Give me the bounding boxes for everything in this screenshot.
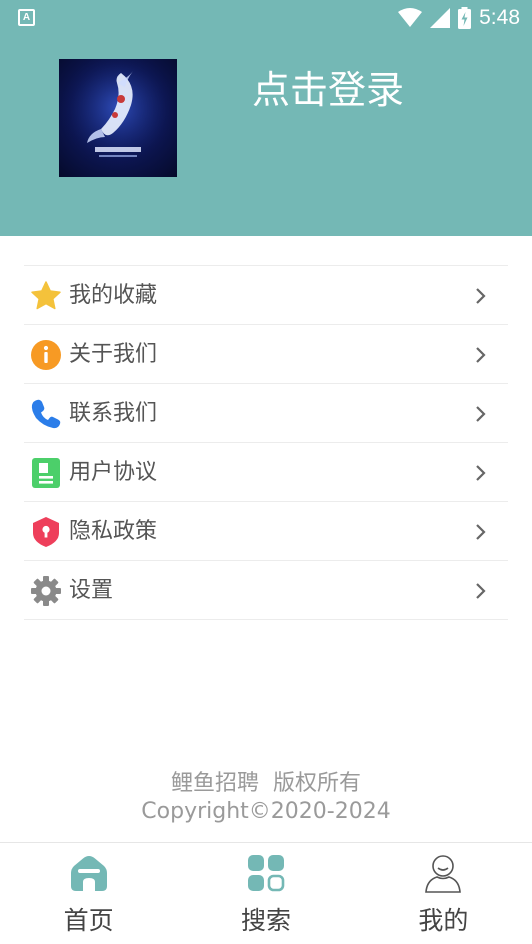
grid-icon [247,855,285,892]
menu-item-settings[interactable]: 设置 [24,561,508,620]
tab-search[interactable]: 搜索 [177,843,354,944]
avatar[interactable] [59,59,177,177]
battery-icon [458,7,472,29]
copyright-line-1: 鲤鱼招聘 版权所有 [171,771,361,796]
chevron-right-icon [476,583,486,599]
status-bar: A 5:48 [0,0,532,36]
tab-home[interactable]: 首页 [0,843,177,944]
info-icon [31,340,61,370]
phone-icon [31,399,61,429]
chevron-right-icon [476,406,486,422]
profile-header: A 5:48 点击登录 [0,0,532,236]
star-icon [31,281,61,310]
chevron-right-icon [476,465,486,481]
menu-item-about[interactable]: 关于我们 [24,325,508,384]
chevron-right-icon [476,347,486,363]
login-button[interactable]: 点击登录 [252,64,404,116]
menu-item-user-agreement[interactable]: 用户协议 [24,443,508,502]
koi-fish-logo-icon [59,59,177,177]
wifi-icon [398,8,423,27]
signal-icon [430,8,451,28]
bottom-tab-bar: 首页 搜索 我的 [0,842,532,944]
menu-item-privacy-policy[interactable]: 隐私政策 [24,502,508,561]
user-icon [425,855,462,893]
status-time: 5:48 [479,6,520,29]
gear-icon [31,576,61,606]
copyright-notice: 鲤鱼招聘 版权所有 Copyright©2020-2024 [0,770,532,826]
menu-item-label: 关于我们 [69,342,158,367]
menu-item-label: 隐私政策 [69,519,158,544]
menu-item-contact[interactable]: 联系我们 [24,384,508,443]
copyright-line-2: Copyright©2020-2024 [141,799,391,824]
chevron-right-icon [476,524,486,540]
tab-profile[interactable]: 我的 [355,843,532,944]
menu-item-label: 联系我们 [69,401,158,426]
menu-item-label: 设置 [69,578,114,603]
tab-label: 我的 [418,906,469,935]
settings-menu: 我的收藏 关于我们 联系我们 用户协议 隐私政策 设置 [24,265,508,620]
home-icon [70,856,107,891]
status-indicators: 5:48 [398,4,520,32]
tab-label: 首页 [63,906,114,935]
tab-label: 搜索 [240,906,291,935]
menu-item-label: 用户协议 [69,460,158,485]
chevron-right-icon [476,288,486,304]
document-icon [32,458,60,488]
menu-item-favorites[interactable]: 我的收藏 [24,266,508,325]
shield-icon [33,517,59,547]
menu-item-label: 我的收藏 [69,283,158,308]
notification-icon: A [18,9,35,26]
